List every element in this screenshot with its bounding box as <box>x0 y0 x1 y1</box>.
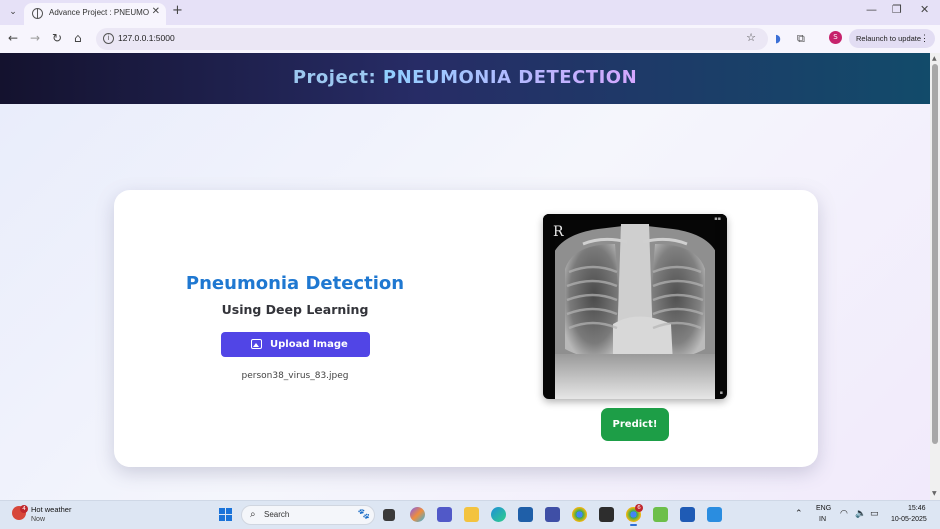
globe-icon <box>32 8 43 19</box>
site-info-icon[interactable]: i <box>103 33 114 44</box>
task-view-icon[interactable] <box>383 509 395 521</box>
terminal-icon[interactable] <box>599 507 614 522</box>
more-menu-icon[interactable]: ⋮ <box>920 29 929 48</box>
header-title-accent: PNEUMONIA DETECTION <box>382 67 638 88</box>
relaunch-button[interactable]: Relaunch to update ⋮ <box>849 29 935 48</box>
browser-toolbar: ← → ↻ ⌂ i 127.0.0.1:5000 ☆ ◗ ⧉ S Relaunc… <box>0 25 940 53</box>
upload-image-label: Upload Image <box>270 339 348 350</box>
image-icon <box>251 339 262 349</box>
copilot-icon[interactable] <box>410 507 425 522</box>
scrollbar-thumb[interactable] <box>932 64 938 444</box>
whiteboard-icon[interactable] <box>545 507 560 522</box>
chrome-badge: 6 <box>635 504 643 512</box>
weather-badge: 4 <box>20 505 28 513</box>
browser-tab[interactable]: Advance Project : PNEUMONIA ✕ <box>24 3 166 25</box>
file-explorer-icon[interactable] <box>464 507 479 522</box>
scroll-down-arrow-icon[interactable]: ▼ <box>932 490 937 497</box>
upload-image-button[interactable]: Upload Image <box>221 332 370 357</box>
page-viewport: Project: PNEUMONIA DETECTION Pneumonia D… <box>0 53 930 500</box>
weather-title[interactable]: Hot weather <box>31 505 71 514</box>
battery-icon[interactable]: ▭ <box>870 509 879 519</box>
xray-corner-mark-bottom: ▪ <box>719 390 723 396</box>
tab-strip: ⌄ Advance Project : PNEUMONIA ✕ + — ❐ ✕ <box>0 0 940 25</box>
bookmark-star-icon[interactable]: ☆ <box>746 31 756 44</box>
profile-avatar[interactable]: S <box>829 31 842 44</box>
clock-date[interactable]: 10-05-2025 <box>891 516 927 523</box>
home-icon[interactable]: ⌂ <box>74 31 82 45</box>
forward-arrow-icon[interactable]: → <box>30 31 40 45</box>
tray-overflow-chevron-icon[interactable]: ⌃ <box>795 509 803 519</box>
main-card: Pneumonia Detection Using Deep Learning … <box>114 190 818 467</box>
read-aloud-icon[interactable]: ◗ <box>775 32 781 45</box>
taskbar-search-placeholder: Search <box>264 510 290 519</box>
xray-corner-mark: ▪▪ <box>714 216 721 222</box>
reload-icon[interactable]: ↻ <box>52 31 62 45</box>
edge-icon[interactable] <box>491 507 506 522</box>
language-region: IN <box>819 516 826 523</box>
xray-side-marker: R <box>553 224 564 240</box>
restore-button[interactable]: ❐ <box>892 3 902 16</box>
photos-icon[interactable] <box>653 507 668 522</box>
tab-search-icon[interactable]: ⌄ <box>6 5 20 19</box>
chrome-icon[interactable] <box>572 507 587 522</box>
address-bar[interactable]: i 127.0.0.1:5000 ☆ <box>96 28 768 50</box>
predict-button[interactable]: Predict! <box>601 408 669 441</box>
teams-icon[interactable] <box>437 507 452 522</box>
back-arrow-icon[interactable]: ← <box>8 31 18 45</box>
extensions-icon[interactable]: ⧉ <box>797 32 805 46</box>
taskbar-search-box[interactable]: ⌕ Search 🐾 <box>241 505 375 525</box>
volume-icon[interactable]: 🔈 <box>855 509 866 519</box>
language-indicator[interactable]: ENG <box>816 505 831 512</box>
relaunch-label: Relaunch to update <box>856 34 922 43</box>
tab-close-icon[interactable]: ✕ <box>152 6 160 17</box>
weather-subtitle: Now <box>31 516 46 523</box>
search-highlight-icon: 🐾 <box>357 509 370 520</box>
xray-preview-image: R ▪▪ ▪ <box>543 214 727 399</box>
minimize-button[interactable]: — <box>866 3 877 16</box>
header-title-prefix: Project: <box>292 67 383 88</box>
word-icon[interactable] <box>680 507 695 522</box>
store-icon[interactable] <box>518 507 533 522</box>
wifi-icon[interactable]: ◠ <box>840 509 848 519</box>
page-subtitle: Using Deep Learning <box>221 302 369 317</box>
header-title: Project: PNEUMONIA DETECTION <box>0 67 930 88</box>
selected-file-name: person38_virus_83.jpeg <box>241 371 349 381</box>
chest-xray-graphic <box>543 214 727 399</box>
page-header: Project: PNEUMONIA DETECTION <box>0 53 930 104</box>
url-text[interactable]: 127.0.0.1:5000 <box>118 33 175 43</box>
page-title: Pneumonia Detection <box>185 273 405 294</box>
tab-title: Advance Project : PNEUMONIA <box>49 8 149 17</box>
new-tab-button[interactable]: + <box>172 3 183 18</box>
search-icon: ⌕ <box>250 509 256 520</box>
taskbar: 4 Hot weather Now ⌕ Search 🐾 6 ⌃ ENG IN … <box>0 500 940 529</box>
scroll-up-arrow-icon[interactable]: ▲ <box>932 55 937 62</box>
vscode-icon[interactable] <box>707 507 722 522</box>
clock-time[interactable]: 15:46 <box>908 505 926 512</box>
windows-start-icon[interactable] <box>219 508 233 522</box>
close-window-button[interactable]: ✕ <box>920 3 929 16</box>
